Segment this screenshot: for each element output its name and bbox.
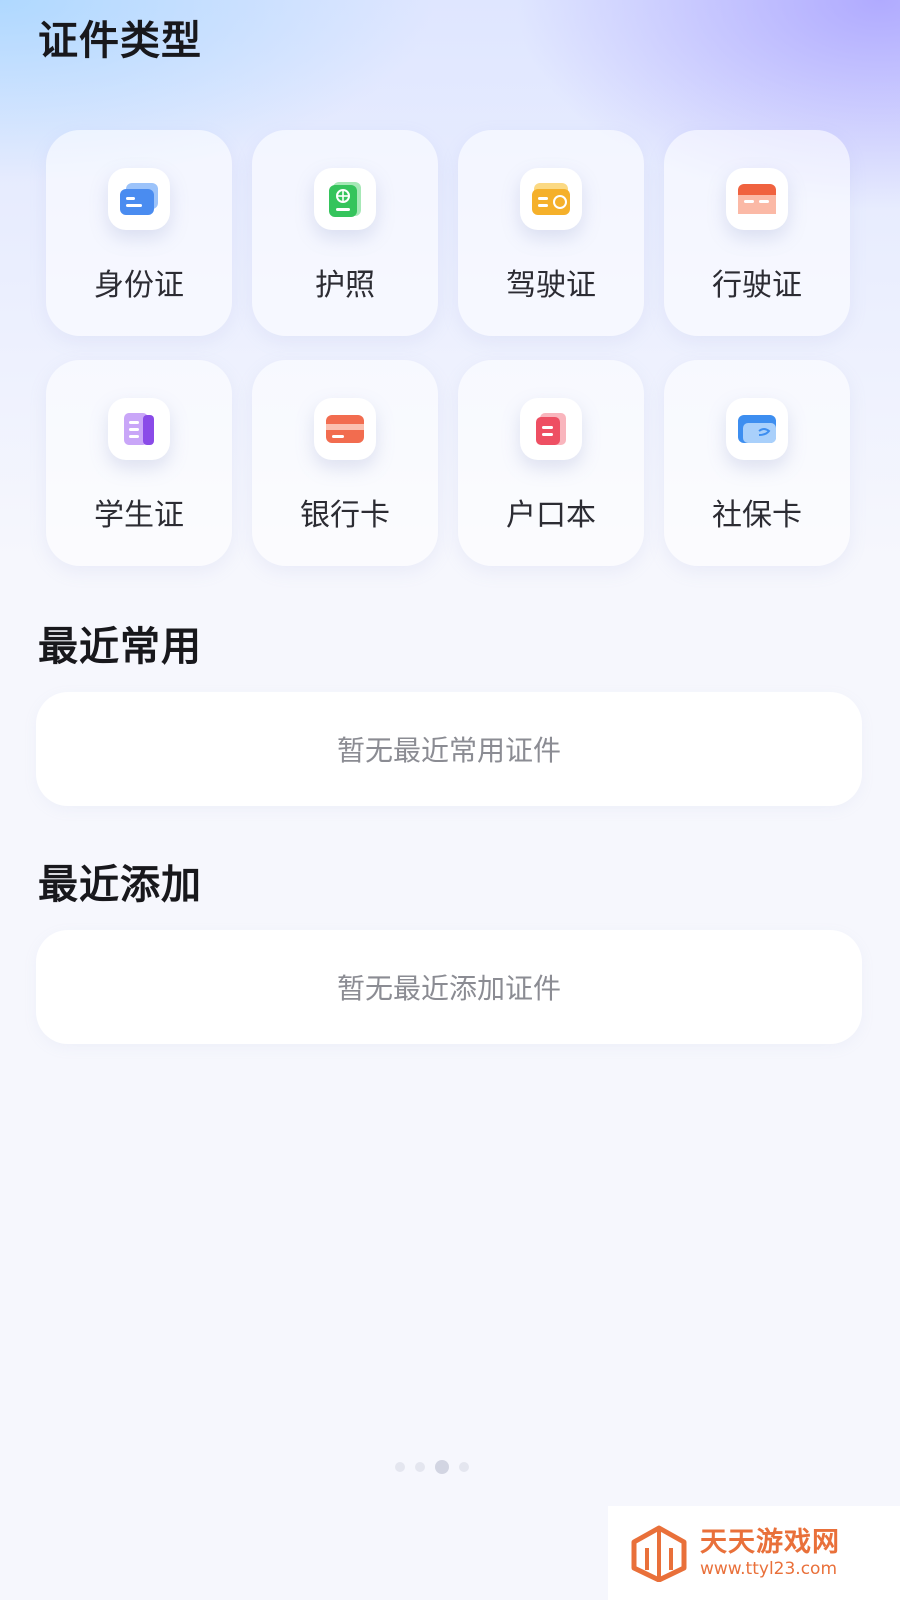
doc-type-student-card[interactable]: 学生证 xyxy=(46,360,232,566)
page-dot xyxy=(395,1462,405,1472)
section-title-document-types: 证件类型 xyxy=(38,18,202,64)
doc-type-passport[interactable]: 护照 xyxy=(252,130,438,336)
watermark-url: www.ttyl23.com xyxy=(700,1559,838,1579)
doc-type-label: 户口本 xyxy=(506,498,596,533)
recent-added-empty-card: 暂无最近添加证件 xyxy=(36,930,862,1044)
page-dot xyxy=(459,1462,469,1472)
page-dot xyxy=(415,1462,425,1472)
doc-type-social-security-card[interactable]: 社保卡 xyxy=(664,360,850,566)
page-indicator xyxy=(395,1460,469,1474)
recent-added-empty-text: 暂无最近添加证件 xyxy=(336,972,561,1005)
document-type-grid: 身份证 护照 驾驶证 行驶证 学生证 银行卡 户口本 社保卡 xyxy=(46,130,858,566)
doc-type-label: 护照 xyxy=(315,268,375,303)
passport-icon xyxy=(314,168,376,230)
section-title-recent-used: 最近常用 xyxy=(38,624,202,670)
doc-type-label: 社保卡 xyxy=(712,498,802,533)
recent-used-empty-card: 暂无最近常用证件 xyxy=(36,692,862,806)
doc-type-id-card[interactable]: 身份证 xyxy=(46,130,232,336)
watermark-logo-icon xyxy=(631,1525,687,1582)
household-register-icon xyxy=(520,398,582,460)
page-dot-active xyxy=(435,1460,449,1474)
doc-type-vehicle-license[interactable]: 行驶证 xyxy=(664,130,850,336)
doc-type-bank-card[interactable]: 银行卡 xyxy=(252,360,438,566)
student-card-icon xyxy=(108,398,170,460)
doc-type-label: 驾驶证 xyxy=(506,268,596,303)
driver-license-icon xyxy=(520,168,582,230)
watermark: 天天游戏网 www.ttyl23.com xyxy=(608,1506,900,1600)
social-security-card-icon xyxy=(726,398,788,460)
doc-type-driver-license[interactable]: 驾驶证 xyxy=(458,130,644,336)
doc-type-label: 学生证 xyxy=(94,498,184,533)
bank-card-icon xyxy=(314,398,376,460)
doc-type-label: 行驶证 xyxy=(712,268,802,303)
id-card-icon xyxy=(108,168,170,230)
doc-type-label: 身份证 xyxy=(94,268,184,303)
vehicle-license-icon xyxy=(726,168,788,230)
doc-type-label: 银行卡 xyxy=(300,498,390,533)
watermark-title: 天天游戏网 xyxy=(700,1527,840,1558)
doc-type-household-register[interactable]: 户口本 xyxy=(458,360,644,566)
section-title-recent-added: 最近添加 xyxy=(38,862,202,908)
recent-used-empty-text: 暂无最近常用证件 xyxy=(336,734,561,767)
